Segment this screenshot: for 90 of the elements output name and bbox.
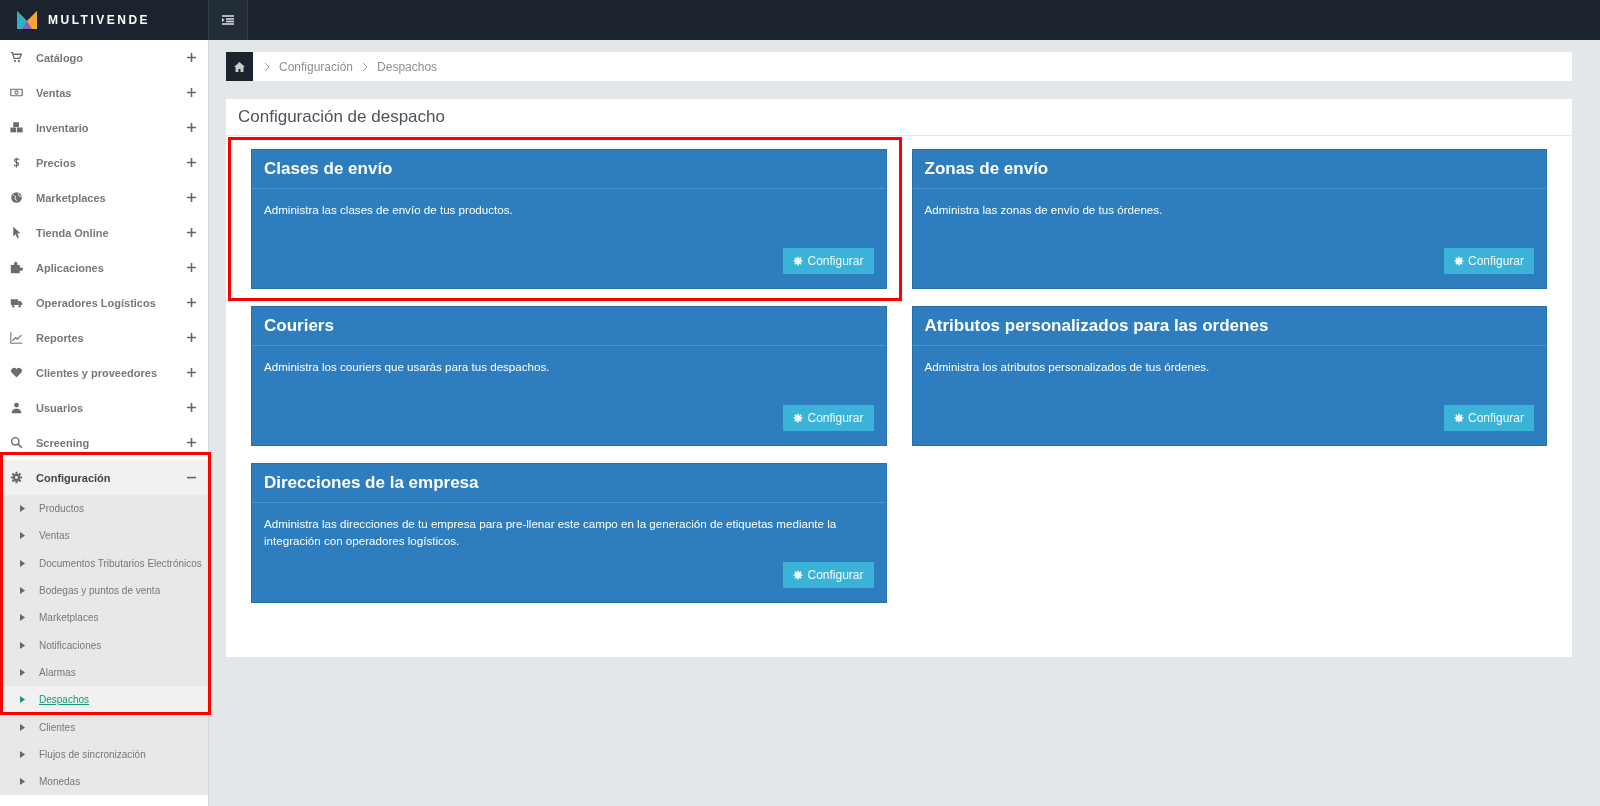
configure-button[interactable]: Configurar: [783, 405, 874, 431]
card-title: Zonas de envío: [912, 150, 1546, 189]
sidebar-item[interactable]: Usuarios: [0, 390, 208, 425]
plus-icon: [187, 368, 196, 377]
gear-icon: [10, 471, 23, 484]
sidebar-item[interactable]: Precios: [0, 145, 208, 180]
sidebar-item[interactable]: Inventario: [0, 110, 208, 145]
submenu-item[interactable]: Monedas: [0, 767, 208, 796]
user-icon: [10, 401, 23, 414]
card-description: Administra los atributos personalizados de tus órdenes.: [923, 359, 1211, 375]
caret-icon: [20, 778, 25, 786]
caret-icon: [20, 614, 25, 622]
brand-name: MULTIVENDE: [48, 13, 151, 27]
caret-icon: [20, 668, 25, 676]
gear-icon: [793, 256, 804, 266]
submenu-item[interactable]: Bodegas y puntos de venta: [0, 576, 208, 605]
line-chart-icon: [10, 331, 23, 344]
gear-icon: [1453, 413, 1464, 423]
plus-icon: [187, 333, 196, 342]
caret-icon: [20, 505, 25, 513]
sidebar-item[interactable]: Catálogo: [0, 40, 208, 75]
globe-icon: [10, 191, 23, 204]
configure-button[interactable]: Configurar: [1443, 248, 1534, 274]
sidebar-item[interactable]: Aplicaciones: [0, 250, 208, 285]
plus-icon: [187, 228, 196, 237]
caret-icon: [20, 532, 25, 540]
chevron-icon: [362, 62, 369, 71]
caret-icon: [20, 559, 25, 567]
menu-icon: [222, 15, 234, 25]
sidebar-toggle-button[interactable]: [208, 0, 248, 40]
configure-button[interactable]: Configurar: [1443, 405, 1534, 431]
submenu-item[interactable]: Ventas: [0, 522, 208, 550]
breadcrumb-link[interactable]: Configuración: [279, 59, 354, 74]
plus-icon: [187, 298, 196, 307]
submenu-item[interactable]: Notificaciones: [0, 631, 208, 659]
truck-icon: [10, 296, 23, 309]
card-description: Administra las clases de envío de tus productos.: [263, 202, 514, 218]
card-description: Administra las direcciones de tu empresa para pre-llenar este campo en la generación de etiquetas mediante la integración con operadores logísticos.: [263, 516, 838, 549]
plus-icon: [187, 123, 196, 132]
cart-icon: [10, 51, 23, 64]
caret-icon: [20, 696, 25, 704]
cursor-icon: [10, 226, 23, 239]
sidebar-item[interactable]: Configuración: [0, 460, 208, 495]
card-title: Couriers: [252, 307, 886, 346]
caret-icon: [20, 750, 25, 758]
sidebar-item[interactable]: Tienda Online: [0, 215, 208, 250]
card-title: Atributos personalizados para las ordenes: [912, 307, 1546, 346]
submenu-item[interactable]: Flujos de sincronización: [0, 740, 208, 768]
plus-icon: [187, 193, 196, 202]
card-description: Administra los couriers que usarás para tus despachos.: [263, 359, 551, 375]
plus-icon: [187, 438, 196, 447]
sidebar-item[interactable]: Screening: [0, 425, 208, 460]
caret-icon: [20, 641, 25, 649]
plus-icon: [187, 403, 196, 412]
puzzle-icon: [10, 261, 23, 274]
submenu-item[interactable]: Productos: [0, 495, 208, 523]
sidebar-item[interactable]: Marketplaces: [0, 180, 208, 215]
plus-icon: [187, 53, 196, 62]
caret-icon: [20, 723, 25, 731]
submenu-item[interactable]: Despachos: [0, 686, 208, 714]
sidebar-item[interactable]: Reportes: [0, 320, 208, 355]
submenu-item[interactable]: Marketplaces: [0, 604, 208, 632]
plus-icon: [187, 263, 196, 272]
home-button[interactable]: [226, 52, 253, 81]
card-title: Clases de envío: [252, 150, 886, 189]
submenu-item[interactable]: Alarmas: [0, 658, 208, 687]
heart-icon: [10, 366, 23, 379]
submenu-item[interactable]: Clientes: [0, 713, 208, 741]
home-icon: [234, 61, 245, 72]
logo-icon: [16, 9, 38, 31]
chevron-icon: [264, 62, 270, 71]
gear-icon: [793, 570, 804, 580]
configure-button[interactable]: Configurar: [783, 248, 874, 274]
boxes-icon: [10, 121, 23, 134]
caret-icon: [20, 587, 25, 595]
banknote-icon: [10, 86, 23, 99]
panel-title: Configuración de despacho: [226, 99, 1572, 136]
card-title: Direcciones de la empresa: [252, 464, 886, 503]
sidebar-item[interactable]: Ventas: [0, 75, 208, 110]
configure-button[interactable]: Configurar: [783, 562, 874, 588]
breadcrumb-link[interactable]: Despachos: [377, 59, 438, 74]
plus-icon: [187, 158, 196, 167]
plus-icon: [187, 88, 196, 97]
search-icon: [10, 436, 23, 449]
sidebar-item[interactable]: Operadores Logísticos: [0, 285, 208, 320]
gear-icon: [1453, 256, 1464, 266]
submenu-item[interactable]: Documentos Tributarios Electrónicos: [0, 549, 208, 577]
sidebar-item[interactable]: Clientes y proveedores: [0, 355, 208, 390]
card-description: Administra las zonas de envío de tus órdenes.: [923, 202, 1164, 218]
gear-icon: [793, 413, 804, 423]
